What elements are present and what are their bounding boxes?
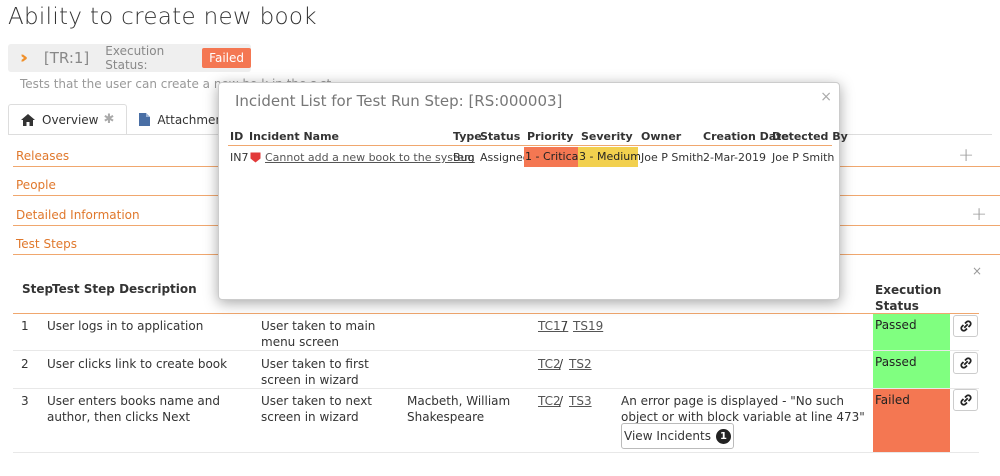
row-divider bbox=[13, 452, 979, 453]
step-actual-result: An error page is displayed - "No such ob… bbox=[621, 394, 865, 424]
column-header-severity: Severity bbox=[581, 130, 633, 143]
execution-status-label: Execution Status: bbox=[105, 44, 165, 72]
close-icon[interactable]: × bbox=[972, 264, 982, 278]
home-icon bbox=[21, 113, 35, 126]
incident-count-badge: 1 bbox=[715, 428, 731, 444]
dialog-title: Incident List for Test Run Step: [RS:000… bbox=[235, 92, 563, 110]
column-header-owner: Owner bbox=[641, 130, 682, 143]
view-incidents-button[interactable]: View Incidents 1 bbox=[621, 423, 734, 449]
chain-link-icon bbox=[959, 357, 972, 369]
test-step-link[interactable]: TS2 bbox=[569, 356, 592, 372]
row-divider bbox=[13, 350, 979, 351]
execution-status-cell: Failed bbox=[873, 389, 950, 452]
table-header-divider bbox=[228, 145, 832, 146]
execution-status-cell: Passed bbox=[873, 351, 950, 388]
step-number: 1 bbox=[21, 319, 29, 333]
execution-status-cell: Passed bbox=[873, 314, 950, 350]
step-number: 2 bbox=[21, 357, 29, 371]
expand-plus-icon[interactable]: + bbox=[958, 144, 974, 166]
section-test-steps-label: Test Steps bbox=[16, 237, 78, 251]
column-header-detected-by: Detected By bbox=[772, 130, 848, 143]
double-chevron-right-icon: ›› bbox=[20, 48, 28, 68]
test-step-link[interactable]: TS19 bbox=[573, 318, 603, 334]
incident-priority: 1 - Critical bbox=[524, 147, 581, 167]
step-description: User logs in to application bbox=[47, 319, 204, 333]
column-header-type: Type bbox=[453, 130, 482, 143]
test-step-link[interactable]: TS3 bbox=[569, 393, 592, 409]
incident-status: Assigned bbox=[480, 151, 530, 164]
step-description: User clicks link to create book bbox=[47, 357, 228, 371]
chain-link-icon bbox=[959, 394, 972, 406]
column-header-status: Status bbox=[480, 130, 521, 143]
document-icon bbox=[139, 113, 151, 126]
section-people-label: People bbox=[16, 178, 56, 192]
step-sample-data: Macbeth, William Shakespeare bbox=[407, 394, 511, 424]
link-separator: / bbox=[563, 319, 568, 333]
test-run-id: [TR:1] bbox=[43, 49, 90, 67]
step-expected-result: User taken to first screen in wizard bbox=[261, 357, 369, 387]
page-title: Ability to create new book bbox=[8, 4, 317, 30]
required-star-icon: ✱ bbox=[103, 112, 115, 127]
view-incidents-label: View Incidents bbox=[624, 429, 711, 443]
row-divider bbox=[13, 388, 979, 389]
close-icon[interactable]: × bbox=[820, 89, 832, 105]
test-case-link[interactable]: TC2 bbox=[538, 356, 561, 372]
incident-list-dialog: Incident List for Test Run Step: [RS:000… bbox=[218, 82, 848, 300]
tab-overview[interactable]: Overview ✱ bbox=[8, 104, 128, 135]
incident-severity: 3 - Medium bbox=[578, 147, 641, 167]
execution-status-badge: Failed bbox=[202, 48, 251, 68]
expand-plus-icon[interactable]: + bbox=[971, 203, 987, 225]
tab-overview-label: Overview bbox=[42, 112, 99, 127]
column-header-description: Test Step Description bbox=[52, 282, 197, 296]
step-expected-result: User taken to next screen in wizard bbox=[261, 394, 372, 424]
test-run-status-bar: ›› [TR:1] Execution Status: Failed bbox=[8, 44, 251, 72]
step-expected-result: User taken to main menu screen bbox=[261, 319, 376, 349]
test-case-link[interactable]: TC2 bbox=[538, 393, 561, 409]
link-separator: / bbox=[559, 357, 564, 371]
table-header-divider bbox=[13, 313, 979, 314]
step-description: User enters books name and author, then … bbox=[47, 394, 220, 424]
link-button[interactable] bbox=[953, 389, 978, 411]
incident-id: IN7 bbox=[230, 151, 249, 164]
link-button[interactable] bbox=[953, 315, 978, 337]
incident-owner: Joe P Smith bbox=[641, 151, 704, 164]
step-number: 3 bbox=[21, 394, 29, 408]
section-detailed-information-label: Detailed Information bbox=[16, 208, 140, 222]
link-button[interactable] bbox=[953, 352, 978, 374]
section-releases-label: Releases bbox=[16, 149, 70, 163]
column-header-execution-status: Execution Status bbox=[875, 283, 942, 313]
chain-link-icon bbox=[959, 320, 972, 332]
incident-creation-date: 2-Mar-2019 bbox=[703, 151, 766, 164]
incident-type: Bug bbox=[453, 151, 475, 164]
column-header-incident-name: Incident Name bbox=[249, 130, 340, 143]
bug-icon bbox=[250, 152, 261, 166]
column-header-id: ID bbox=[230, 130, 244, 143]
column-header-priority: Priority bbox=[527, 130, 574, 143]
incident-detected-by: Joe P Smith bbox=[772, 151, 835, 164]
link-separator: / bbox=[559, 394, 564, 408]
incident-name-link[interactable]: Cannot add a new book to the system bbox=[265, 150, 475, 168]
column-header-step: Step bbox=[22, 282, 54, 296]
